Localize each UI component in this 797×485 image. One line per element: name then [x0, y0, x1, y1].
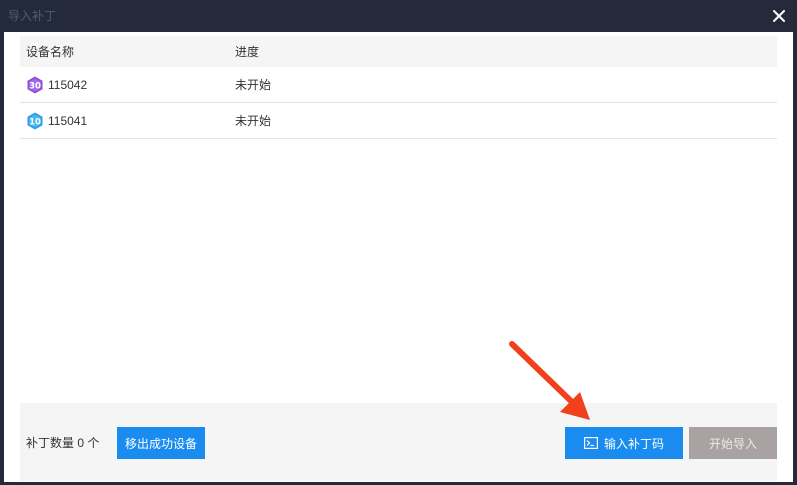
device-name-cell: 10 115041	[26, 112, 87, 130]
patch-count-label: 补丁数量 0 个	[26, 436, 100, 450]
progress-status: 未开始	[235, 78, 272, 92]
dialog-content: 设备名称 进度 30 115042 未开始 10 115041 未开始 补丁数量…	[4, 32, 793, 482]
device-table: 设备名称 进度 30 115042 未开始 10 115041 未开始	[20, 36, 777, 139]
import-patch-dialog: 导入补丁 设备名称 进度 30 115042 未开始 10 115041 未开始…	[0, 0, 797, 485]
table-row[interactable]: 10 115041 未开始	[20, 103, 777, 139]
device-name-cell: 30 115042	[26, 76, 87, 94]
device-id: 115042	[48, 78, 88, 92]
progress-status: 未开始	[235, 114, 272, 128]
dialog-footer: 补丁数量 0 个 移出成功设备 输入补丁码 开始导入	[20, 403, 777, 481]
close-button[interactable]	[768, 6, 790, 26]
dialog-title: 导入补丁	[8, 9, 57, 23]
svg-text:10: 10	[29, 117, 41, 127]
title-bar: 导入补丁	[0, 0, 797, 32]
terminal-icon	[583, 437, 598, 449]
enter-patch-code-label: 输入补丁码	[603, 436, 664, 451]
column-header-progress: 进度	[235, 45, 260, 59]
table-header: 设备名称 进度	[20, 36, 777, 67]
column-header-device-name: 设备名称	[26, 45, 75, 59]
remove-success-devices-button[interactable]: 移出成功设备	[117, 427, 205, 459]
start-import-button[interactable]: 开始导入	[689, 427, 777, 459]
close-icon	[773, 10, 785, 22]
svg-text:30: 30	[29, 81, 41, 91]
device-level-badge-icon: 10	[27, 112, 43, 130]
device-id: 115041	[48, 114, 88, 128]
device-level-badge-icon: 30	[27, 76, 43, 94]
enter-patch-code-button[interactable]: 输入补丁码	[565, 427, 683, 459]
table-row[interactable]: 30 115042 未开始	[20, 67, 777, 103]
